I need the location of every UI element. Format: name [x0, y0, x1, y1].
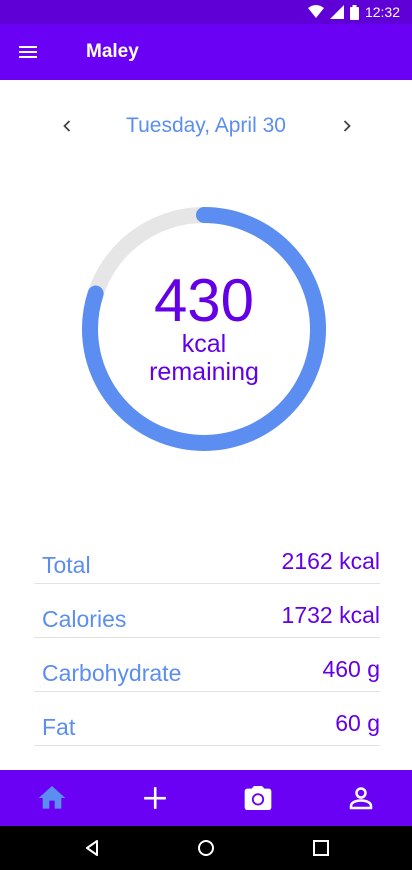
stat-value: 2162 kcal: [281, 548, 380, 574]
stat-row-fat: Fat 60 g: [34, 692, 380, 746]
stat-row-calories: Calories 1732 kcal: [34, 584, 380, 638]
status-bar: 12:32: [0, 0, 412, 24]
ring-center-text: 430 kcal remaining: [80, 205, 328, 453]
nav-profile-button[interactable]: [309, 770, 412, 826]
remaining-kcal-unit: kcal: [181, 330, 227, 358]
system-navigation-bar: [0, 826, 412, 870]
nutrition-stats-list: Total 2162 kcal Calories 1732 kcal Carbo…: [34, 530, 380, 746]
nav-add-button[interactable]: [103, 770, 206, 826]
app-bar: Maley: [0, 24, 412, 80]
stat-name: Carbohydrate: [42, 660, 182, 686]
date-navigator: Tuesday, April 30: [0, 100, 412, 150]
signal-icon: [329, 5, 344, 19]
status-time: 12:32: [364, 4, 400, 20]
camera-icon: [244, 786, 271, 810]
nav-camera-button[interactable]: [206, 770, 309, 826]
stat-name: Fat: [42, 714, 76, 740]
stat-row-carbohydrate: Carbohydrate 460 g: [34, 638, 380, 692]
remaining-kcal-value: 430: [153, 267, 255, 334]
stat-value: 460 g: [322, 656, 380, 682]
stat-value: 60 g: [335, 710, 380, 736]
stat-row-total: Total 2162 kcal: [34, 530, 380, 584]
home-icon: [38, 786, 65, 809]
home-circle-icon[interactable]: [194, 836, 218, 860]
stat-value: 1732 kcal: [281, 602, 380, 628]
status-icons: 12:32: [307, 0, 400, 24]
recents-icon[interactable]: [309, 836, 333, 860]
app-title: Maley: [86, 41, 139, 62]
calorie-progress-ring: 430 kcal remaining: [80, 205, 328, 453]
person-icon: [349, 787, 372, 810]
plus-icon: [143, 787, 166, 809]
hamburger-menu-icon[interactable]: [16, 40, 40, 64]
battery-icon: [349, 4, 359, 20]
wifi-icon: [307, 5, 324, 18]
stat-name: Calories: [42, 606, 127, 632]
chevron-right-icon[interactable]: [335, 114, 359, 138]
stat-name: Total: [42, 552, 91, 578]
nav-home-button[interactable]: [0, 770, 103, 826]
back-icon[interactable]: [80, 836, 104, 860]
bottom-navigation: [0, 770, 412, 826]
remaining-label: remaining: [149, 358, 259, 386]
